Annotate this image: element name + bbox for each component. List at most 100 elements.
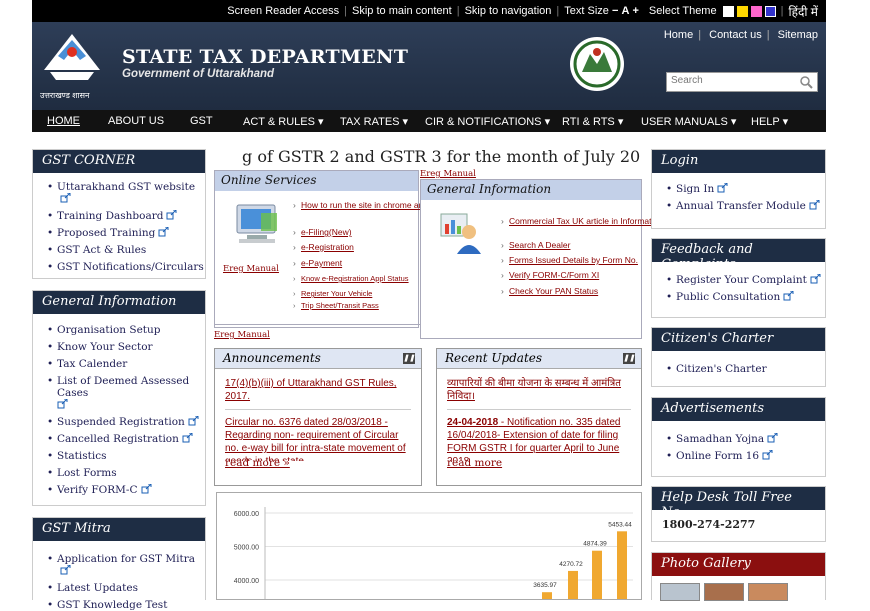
- announcements-read-more[interactable]: read more »: [215, 457, 421, 469]
- feedback-title: Feedback and Complaints: [652, 239, 825, 272]
- center-general-info-box: General Information Commercial Tax UK ar…: [420, 179, 662, 339]
- gst-mitra-item[interactable]: Latest Updates: [47, 582, 205, 594]
- nav-act-rules[interactable]: ACT & RULES ▾: [243, 115, 324, 128]
- service-link[interactable]: Register Your Vehicle: [293, 289, 372, 298]
- text-size-label: Text Size: [564, 5, 609, 17]
- service-link[interactable]: Trip Sheet/Transit Pass: [293, 301, 379, 310]
- sign-in-link[interactable]: Sign In: [666, 183, 825, 195]
- text-increase-button[interactable]: +: [632, 5, 638, 17]
- gallery-thumbnail[interactable]: [660, 583, 700, 601]
- recent-updates-panel: Recent Updates ❚❚ व्यापारियों की बीमा योज…: [436, 348, 642, 486]
- gallery-thumbnail[interactable]: [748, 583, 788, 601]
- nav-home[interactable]: HOME: [47, 115, 80, 127]
- announcement-item[interactable]: Circular no. 6376 dated 28/03/2018 - Reg…: [215, 416, 421, 461]
- chart-canvas: 6000.00 5000.00 4000.00 3635.97 4270.72 4874.…: [234, 507, 633, 599]
- pause-icon[interactable]: ❚❚: [403, 353, 415, 364]
- nav-cir-notifications[interactable]: CIR & NOTIFICATIONS ▾: [425, 115, 550, 128]
- gst-corner-title: GST CORNER: [33, 150, 205, 173]
- info-link[interactable]: Check Your PAN Status: [501, 286, 598, 296]
- general-info-item[interactable]: Organisation Setup: [47, 324, 205, 336]
- skip-nav-link[interactable]: Skip to navigation: [465, 5, 552, 17]
- samadhan-yojna-link[interactable]: Samadhan Yojna: [666, 433, 825, 445]
- info-link[interactable]: Verify FORM-C/Form XI: [501, 270, 599, 280]
- theme-white-button[interactable]: [722, 5, 734, 17]
- ereg-manual-link[interactable]: Ereg Manual: [420, 169, 476, 179]
- public-consultation-link[interactable]: Public Consultation: [666, 291, 825, 303]
- nav-user-manuals[interactable]: USER MANUALS ▾: [641, 115, 736, 128]
- recent-updates-title: Recent Updates ❚❚: [437, 349, 641, 369]
- contact-link[interactable]: Contact us: [709, 29, 762, 41]
- ereg-manual-link[interactable]: Ereg Manual: [214, 330, 270, 340]
- service-link[interactable]: Know e-Registration Appl Status: [293, 274, 409, 283]
- recent-read-more[interactable]: read more: [437, 457, 641, 469]
- text-decrease-button[interactable]: −: [612, 5, 618, 17]
- sitemap-link[interactable]: Sitemap: [778, 29, 818, 41]
- gst-corner-item[interactable]: Training Dashboard: [47, 210, 205, 222]
- nav-gst[interactable]: GST: [190, 115, 213, 127]
- chart-bar: [568, 570, 578, 599]
- nav-tax-rates[interactable]: TAX RATES ▾: [340, 115, 408, 128]
- info-link[interactable]: Search A Dealer: [501, 240, 570, 250]
- external-link-icon: [767, 433, 778, 443]
- search-icon[interactable]: [799, 75, 813, 89]
- update-item[interactable]: व्यापारियों की बीमा योजना के सम्बन्ध में…: [437, 377, 641, 403]
- info-link[interactable]: Forms Issued Details by Form No.: [501, 255, 638, 265]
- service-link[interactable]: e-Payment: [293, 258, 342, 268]
- gst-corner-item[interactable]: Uttarakhand GST website: [47, 181, 205, 205]
- general-info-item[interactable]: Know Your Sector: [47, 341, 205, 353]
- search-input[interactable]: Search: [666, 72, 818, 92]
- theme-pink-button[interactable]: [750, 5, 762, 17]
- search-placeholder: Search: [671, 75, 703, 86]
- external-link-icon: [809, 200, 820, 210]
- news-marquee[interactable]: g of GSTR 2 and GSTR 3 for the month of …: [216, 147, 642, 169]
- screen-reader-link[interactable]: Screen Reader Access: [227, 5, 339, 17]
- external-link-icon: [158, 227, 169, 237]
- general-info-item[interactable]: Verify FORM-C: [47, 484, 205, 496]
- nav-rti-rts[interactable]: RTI & RTS ▾: [562, 115, 623, 128]
- department-seal-icon: [570, 37, 624, 91]
- gst-corner-item[interactable]: GST Act & Rules: [47, 244, 205, 256]
- nav-about[interactable]: ABOUT US: [108, 115, 164, 127]
- annual-transfer-link[interactable]: Annual Transfer Module: [666, 200, 825, 212]
- chart-bar: [592, 550, 602, 599]
- announcement-item[interactable]: 17(4)(b)(iii) of Uttarakhand GST Rules, …: [215, 377, 421, 403]
- gst-corner-box: GST CORNER Uttarakhand GST website Train…: [32, 149, 206, 279]
- home-link[interactable]: Home: [664, 29, 693, 41]
- theme-blue-button[interactable]: [764, 5, 776, 17]
- general-info-item[interactable]: Statistics: [47, 450, 205, 462]
- service-link[interactable]: e-Registration: [293, 242, 354, 252]
- nav-help[interactable]: HELP ▾: [751, 115, 788, 128]
- service-link[interactable]: e-Filing(New): [293, 227, 351, 237]
- online-form16-link[interactable]: Online Form 16: [666, 450, 825, 462]
- update-item[interactable]: 24-04-2018 - Notification no. 335 dated …: [437, 416, 641, 461]
- logo-caption: उत्तराखण्ड शासन: [40, 91, 90, 100]
- external-link-icon: [762, 450, 773, 460]
- general-info-item[interactable]: Cancelled Registration: [47, 433, 205, 445]
- register-complaint-link[interactable]: Register Your Complaint: [666, 274, 825, 286]
- general-info-item[interactable]: List of Deemed Assessed Cases: [47, 375, 205, 411]
- info-link[interactable]: Commercial Tax UK article in Informatics: [501, 216, 662, 226]
- ereg-manual-link[interactable]: Ereg Manual: [223, 264, 279, 274]
- general-info-item[interactable]: Suspended Registration: [47, 416, 205, 428]
- gallery-thumbnail[interactable]: [704, 583, 744, 601]
- gst-mitra-title: GST Mitra: [33, 518, 205, 541]
- external-link-icon: [60, 565, 71, 575]
- chart-value-label: 4270.72: [559, 561, 583, 568]
- gst-mitra-item[interactable]: GST Knowledge Test: [47, 599, 205, 611]
- general-info-item[interactable]: Lost Forms: [47, 467, 205, 479]
- skip-main-link[interactable]: Skip to main content: [352, 5, 452, 17]
- chart-bar: [542, 592, 552, 599]
- gst-corner-item[interactable]: GST Notifications/Circulars: [47, 261, 205, 273]
- site-title: STATE TAX DEPARTMENT: [122, 46, 409, 68]
- gst-corner-item[interactable]: Proposed Training: [47, 227, 205, 239]
- external-link-icon: [166, 210, 177, 220]
- pause-icon[interactable]: ❚❚: [623, 353, 635, 364]
- photo-gallery-box: Photo Gallery: [651, 552, 826, 601]
- theme-yellow-button[interactable]: [736, 5, 748, 17]
- text-normal-button[interactable]: A: [621, 5, 629, 17]
- hindi-link[interactable]: हिंदी में: [789, 3, 818, 20]
- gst-mitra-item[interactable]: Application for GST Mitra: [47, 553, 205, 577]
- citizen-charter-link[interactable]: Citizen's Charter: [666, 363, 825, 375]
- chart-value-label: 4874.39: [583, 541, 607, 548]
- general-info-item[interactable]: Tax Calender: [47, 358, 205, 370]
